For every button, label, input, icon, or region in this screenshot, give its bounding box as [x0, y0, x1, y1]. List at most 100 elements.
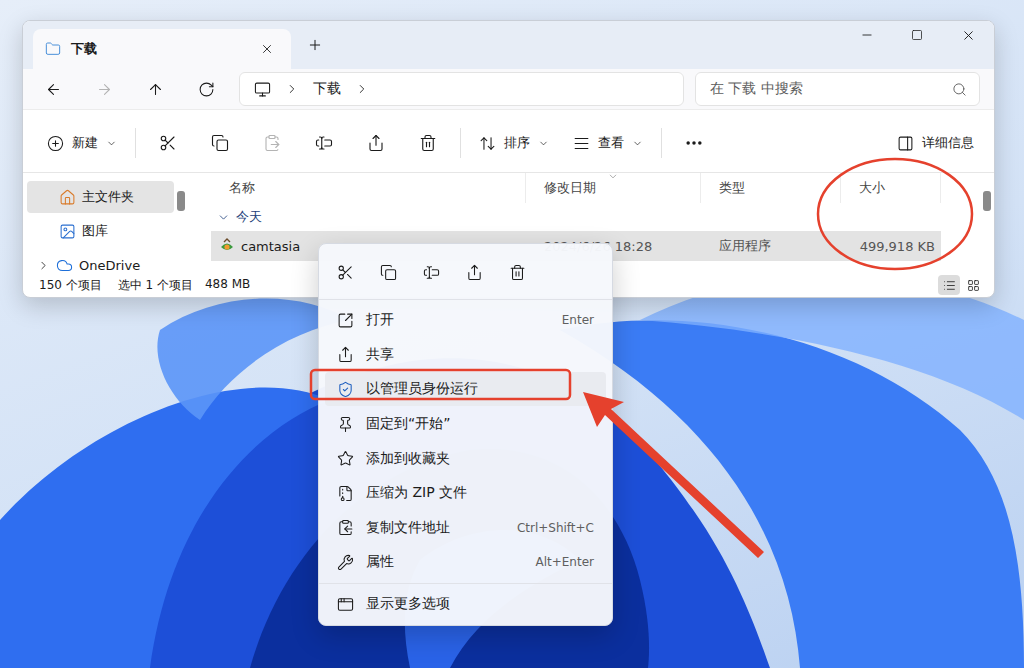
menu-item[interactable]: 打开Enter [325, 303, 606, 337]
share-icon [466, 264, 483, 281]
view-button[interactable]: 查看 [567, 128, 649, 158]
menu-item[interactable]: 属性Alt+Enter [325, 545, 606, 579]
menu-item[interactable]: 共享 [325, 338, 606, 372]
copy-button[interactable] [372, 256, 404, 288]
chevron-right-icon [355, 82, 369, 96]
menu-item[interactable]: 固定到“开始” [325, 407, 606, 441]
details-view-button[interactable] [938, 275, 960, 295]
scrollbar-thumb[interactable] [983, 191, 991, 211]
tiles-view-button[interactable] [962, 275, 984, 295]
sort-icon [479, 135, 496, 152]
new-tab-button[interactable] [299, 29, 331, 61]
tab[interactable]: 下载 [33, 29, 291, 69]
monitor-icon [254, 81, 271, 98]
minimize-button[interactable] [842, 21, 892, 49]
search-icon [952, 82, 967, 97]
cloud-icon [56, 257, 73, 274]
window-controls [842, 21, 994, 49]
group-chevron-icon [217, 211, 230, 224]
scrollbar-thumb[interactable] [177, 191, 185, 211]
maximize-button[interactable] [892, 21, 942, 49]
menu-separator [319, 583, 612, 584]
share-button[interactable] [356, 125, 396, 161]
new-button[interactable]: 新建 [41, 128, 123, 158]
delete-button[interactable] [501, 256, 533, 288]
column-header[interactable]: 大小 [841, 173, 941, 203]
rename-button[interactable] [415, 256, 447, 288]
sidebar-scrollbar[interactable] [174, 173, 188, 273]
menu-item[interactable]: 添加到收藏夹 [325, 442, 606, 476]
toolbar-divider [661, 128, 662, 158]
menu-shortcut: Alt+Enter [535, 555, 594, 569]
refresh-icon [198, 81, 215, 98]
dropdown-icon [632, 138, 643, 149]
close-button[interactable] [942, 21, 994, 49]
maximize-icon [911, 29, 923, 41]
copy-icon [211, 134, 229, 152]
column-header[interactable]: 名称 [211, 173, 526, 203]
menu-item[interactable]: 复制文件地址Ctrl+Shift+C [325, 511, 606, 545]
rename-button[interactable] [304, 125, 344, 161]
share-button[interactable] [458, 256, 490, 288]
sort-button[interactable]: 排序 [473, 128, 555, 158]
sidebar-item[interactable]: OneDrive [27, 249, 174, 273]
column-header[interactable]: 类型 [701, 173, 841, 203]
sidebar-item[interactable]: 图库 [27, 215, 174, 247]
context-menu: 打开Enter共享以管理员身份运行固定到“开始”添加到收藏夹压缩为 ZIP 文件… [318, 243, 613, 626]
toolbar-divider [135, 128, 136, 158]
copy-button[interactable] [200, 125, 240, 161]
delete-button[interactable] [408, 125, 448, 161]
show-more-options[interactable]: 显示更多选项 [325, 587, 606, 621]
delete-icon [419, 134, 437, 152]
quick-actions [319, 248, 612, 296]
search-placeholder: 在 下载 中搜索 [710, 80, 803, 98]
menu-shortcut: Ctrl+Shift+C [517, 521, 594, 535]
new-icon [47, 135, 64, 152]
paste-icon [263, 134, 281, 152]
address-row: 下载 在 下载 中搜索 [23, 69, 994, 109]
open-icon [337, 312, 354, 329]
dropdown-icon [106, 138, 117, 149]
up-button[interactable] [135, 73, 175, 105]
more-icon [684, 133, 704, 153]
camtasia-app-icon [219, 238, 235, 254]
list-scrollbar[interactable] [980, 173, 994, 273]
share-icon [367, 134, 385, 152]
admin-icon [337, 381, 354, 398]
menu-item[interactable]: 以管理员身份运行 [325, 372, 606, 406]
cut-icon [159, 134, 177, 152]
toolbar-divider [460, 128, 461, 158]
paste-button[interactable] [252, 125, 292, 161]
breadcrumb[interactable]: 下载 [313, 80, 341, 98]
group-header[interactable]: 今天 [211, 203, 980, 231]
menu-item[interactable]: 压缩为 ZIP 文件 [325, 476, 606, 510]
folder-icon [45, 41, 61, 57]
annotation-highlight [311, 370, 764, 558]
back-button[interactable] [33, 73, 73, 105]
annotation-layer [0, 0, 1024, 668]
details-button[interactable]: 详细信息 [891, 128, 980, 158]
tab-close-button[interactable] [253, 35, 281, 63]
cut-button[interactable] [148, 125, 188, 161]
more-button[interactable] [674, 125, 714, 161]
close-icon [961, 28, 976, 43]
column-header[interactable]: 修改日期 [526, 173, 701, 203]
copy-path-icon [337, 519, 354, 536]
desktop: 下载下载在 下载 中搜索新建排序查看详细信息主文件夹图库OneDrive名称修改… [0, 0, 1024, 668]
plus-icon [307, 37, 323, 53]
chevron-right-icon [285, 82, 299, 96]
search-field[interactable]: 在 下载 中搜索 [695, 72, 980, 106]
forward-button[interactable] [84, 73, 124, 105]
sidebar-item[interactable]: 主文件夹 [27, 181, 174, 213]
pin-icon [337, 416, 354, 433]
address-bar[interactable]: 下载 [239, 72, 684, 106]
cut-button[interactable] [329, 256, 361, 288]
view-modes [938, 275, 984, 295]
expand-chevron-icon [37, 259, 50, 272]
refresh-button[interactable] [186, 73, 226, 105]
details-view-icon [943, 279, 956, 292]
rename-icon [423, 264, 440, 281]
copy-icon [380, 264, 397, 281]
tab-title: 下载 [71, 40, 97, 58]
dropdown-icon [538, 138, 549, 149]
